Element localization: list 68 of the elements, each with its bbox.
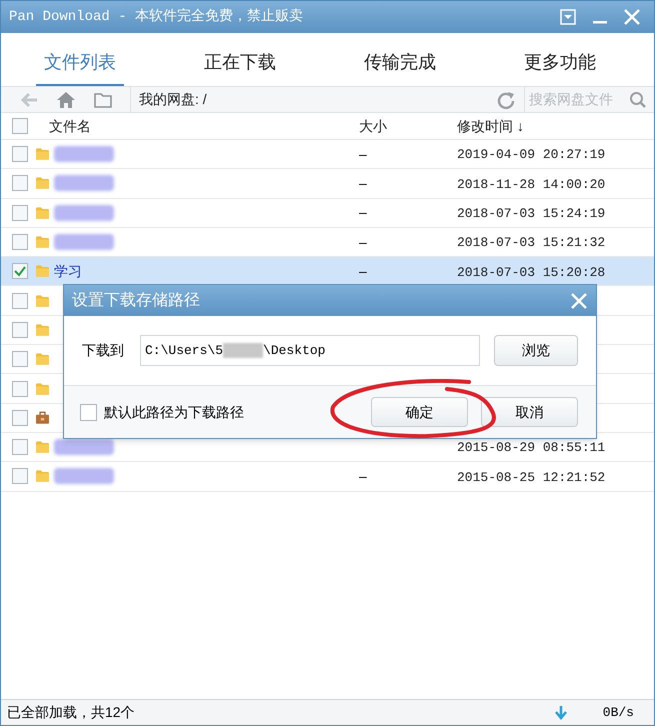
folder-icon [36, 440, 49, 454]
field-label: 下载到 [82, 341, 124, 360]
modified-time: 2018-07-03 15:21:32 [457, 235, 606, 250]
folder-icon [36, 206, 49, 220]
window-title: Pan Download - 本软件完全免费，禁止贩卖 [9, 7, 304, 26]
folder-icon [36, 469, 49, 484]
file-row[interactable]: – 2018-07-03 15:24:19 [1, 198, 654, 228]
file-size: – [359, 262, 367, 279]
folder-icon [36, 147, 49, 162]
checkbox[interactable] [12, 380, 28, 397]
file-size: – [359, 146, 367, 162]
checkbox[interactable] [12, 322, 28, 338]
ok-button[interactable]: 确定 [371, 397, 468, 427]
modified-time: 2018-07-03 15:24:19 [457, 206, 606, 221]
modified-time: 2018-11-28 14:00:20 [457, 176, 606, 192]
modified-time: 2015-08-25 12:21:52 [457, 470, 606, 485]
modified-time: 2019-04-09 20:27:19 [457, 147, 606, 162]
path-text: 我的网盘: / [138, 90, 208, 109]
modified-time: 2018-07-03 15:20:28 [457, 264, 606, 280]
folder-icon [36, 382, 49, 396]
path-field[interactable]: C:\Users\5 \Desktop [140, 335, 480, 366]
folder-icon [36, 235, 49, 250]
briefcase-icon [36, 410, 49, 425]
tab[interactable]: 更多功能 [516, 41, 604, 86]
dialog-title: 设置下载存储路径 [72, 290, 200, 310]
file-size: – [359, 468, 367, 484]
checkbox-label: 默认此路径为下载路径 [104, 402, 244, 422]
folder-icon [36, 352, 49, 366]
refresh-icon[interactable] [496, 90, 516, 110]
checkbox[interactable] [12, 146, 28, 162]
modified-time: 2015-08-29 08:55:11 [457, 440, 606, 456]
browse-button[interactable]: 浏览 [494, 335, 578, 366]
checkbox[interactable] [12, 468, 28, 484]
select-all-checkbox[interactable] [12, 118, 28, 134]
checkbox[interactable] [12, 292, 28, 309]
search-icon [629, 90, 647, 108]
checkbox[interactable] [12, 175, 28, 192]
download-arrow-icon [554, 706, 567, 720]
file-name: 学习 [54, 262, 82, 281]
search-field[interactable]: 搜索网盘文件 [524, 87, 654, 112]
checkbox[interactable] [80, 404, 97, 420]
column-header[interactable]: 修改时间 ↓ [457, 116, 524, 136]
tab[interactable]: 传输完成 [356, 41, 444, 86]
checkbox[interactable] [12, 204, 28, 221]
checkbox[interactable] [12, 439, 28, 456]
file-row[interactable]: 学习 – 2018-07-03 15:20:28 [1, 257, 654, 286]
file-size: – [359, 234, 367, 250]
checkbox[interactable] [12, 410, 28, 426]
file-size: – [359, 204, 367, 220]
folder-icon [36, 294, 49, 308]
tab[interactable]: 正在下载 [196, 41, 284, 86]
folder-icon [36, 264, 49, 278]
checkbox[interactable] [12, 263, 28, 280]
file-size: – [359, 174, 367, 191]
home-icon[interactable] [56, 90, 76, 110]
checkbox[interactable] [12, 351, 28, 368]
folder-icon [36, 322, 49, 337]
cancel-button[interactable]: 取消 [481, 397, 578, 427]
dropdown-icon[interactable] [558, 7, 578, 27]
check-icon [14, 265, 26, 278]
folder-icon [36, 176, 49, 190]
column-header[interactable]: 文件名 [49, 116, 359, 136]
column-header[interactable]: 大小 [359, 116, 457, 136]
close-icon[interactable] [570, 292, 588, 310]
checkbox[interactable] [12, 234, 28, 250]
close-icon[interactable] [622, 7, 642, 27]
speed-text: 0B/s [602, 704, 634, 722]
status-text: 已全部加载，共12个 [7, 703, 136, 722]
